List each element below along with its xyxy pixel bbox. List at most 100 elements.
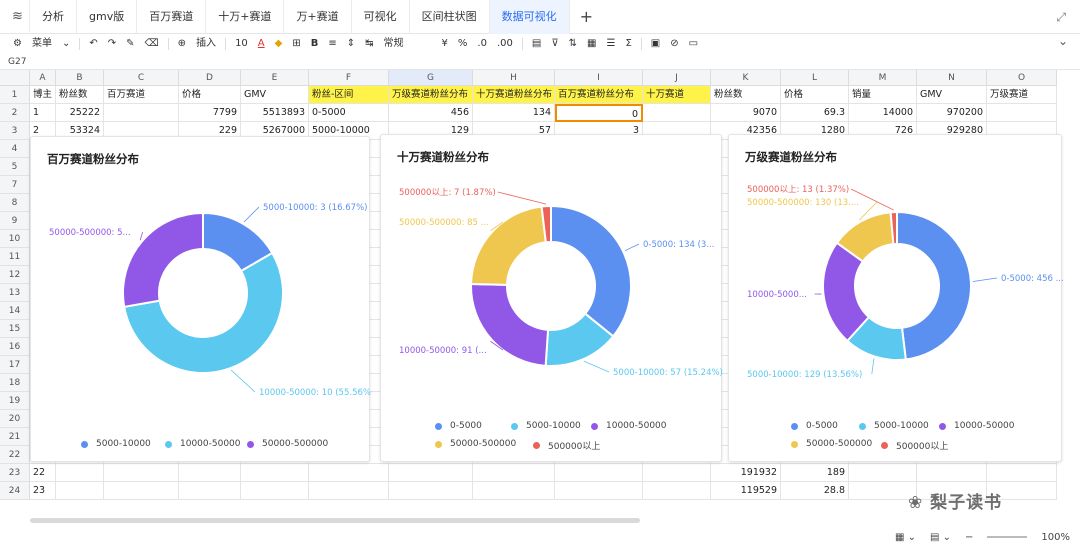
column-header[interactable]: N bbox=[917, 70, 987, 86]
row-header[interactable]: 19 bbox=[0, 392, 30, 410]
table-cell[interactable]: 7799 bbox=[179, 104, 241, 122]
column-header[interactable]: F bbox=[309, 70, 389, 86]
tab-5[interactable]: 可视化 bbox=[352, 0, 410, 34]
column-header[interactable]: E bbox=[241, 70, 309, 86]
legend-item[interactable]: 5000-10000 bbox=[81, 439, 151, 449]
table-cell[interactable] bbox=[643, 104, 711, 122]
pie-slice[interactable] bbox=[550, 204, 632, 338]
table-cell[interactable]: 119529 bbox=[711, 482, 781, 500]
select-all-corner[interactable] bbox=[0, 70, 30, 86]
table-cell[interactable] bbox=[104, 464, 179, 482]
row-header[interactable]: 21 bbox=[0, 428, 30, 446]
table-cell[interactable] bbox=[643, 464, 711, 482]
table-cell[interactable]: 百万赛道粉丝分布 bbox=[555, 86, 643, 104]
tab-2[interactable]: 百万赛道 bbox=[137, 0, 207, 34]
table-cell[interactable]: 25222 bbox=[56, 104, 104, 122]
chart-icon[interactable]: ▣ bbox=[646, 34, 665, 54]
tab-1[interactable]: gmv版 bbox=[77, 0, 138, 34]
row-header[interactable]: 2 bbox=[0, 104, 30, 122]
column-header[interactable]: I bbox=[555, 70, 643, 86]
wrap-icon[interactable]: ↹ bbox=[360, 34, 378, 54]
table-cell[interactable]: 博主 bbox=[30, 86, 56, 104]
legend-item[interactable]: 50000-500000 bbox=[791, 439, 872, 449]
horizontal-scrollbar[interactable] bbox=[30, 518, 640, 523]
row-header[interactable]: 10 bbox=[0, 230, 30, 248]
row-header[interactable]: 17 bbox=[0, 356, 30, 374]
table-cell[interactable]: 5513893 bbox=[241, 104, 309, 122]
table-cell[interactable] bbox=[643, 482, 711, 500]
percent-icon[interactable]: % bbox=[453, 34, 473, 54]
expand-icon[interactable]: ⤢ bbox=[1056, 10, 1066, 25]
insert-icon[interactable]: ⊕ bbox=[173, 34, 191, 54]
row-header[interactable]: 1 bbox=[0, 86, 30, 104]
table-cell[interactable] bbox=[179, 482, 241, 500]
sum-icon[interactable]: Σ bbox=[620, 34, 636, 54]
row-header[interactable]: 23 bbox=[0, 464, 30, 482]
zoom-out-icon[interactable]: − bbox=[965, 532, 973, 543]
table-cell[interactable] bbox=[104, 104, 179, 122]
collapse-toolbar-icon[interactable]: ⌄ bbox=[1058, 34, 1068, 48]
table-cell[interactable]: 价格 bbox=[781, 86, 849, 104]
table-cell[interactable] bbox=[389, 464, 473, 482]
table-cell[interactable]: 189 bbox=[781, 464, 849, 482]
table-cell[interactable]: 970200 bbox=[917, 104, 987, 122]
table-cell[interactable]: 69.3 bbox=[781, 104, 849, 122]
row-header[interactable]: 12 bbox=[0, 266, 30, 284]
table-cell[interactable] bbox=[917, 464, 987, 482]
row-header[interactable]: 8 bbox=[0, 194, 30, 212]
layers-icon[interactable]: ≋ bbox=[0, 0, 30, 34]
chart-card[interactable]: 十万赛道粉丝分布 0-5000: 134 (3... 5000-10000: 57… bbox=[380, 134, 723, 462]
table-cell[interactable]: 9070 bbox=[711, 104, 781, 122]
table-cell[interactable]: GMV bbox=[241, 86, 309, 104]
row-header[interactable]: 24 bbox=[0, 482, 30, 500]
view-layout-icon[interactable]: ▤ ⌄ bbox=[930, 532, 951, 543]
table-cell[interactable] bbox=[849, 464, 917, 482]
row-header[interactable]: 5 bbox=[0, 158, 30, 176]
table-icon[interactable]: ▦ bbox=[582, 34, 601, 54]
table-cell[interactable] bbox=[849, 482, 917, 500]
table-cell[interactable] bbox=[241, 464, 309, 482]
table-cell[interactable]: 191932 bbox=[711, 464, 781, 482]
table-cell[interactable]: 28.8 bbox=[781, 482, 849, 500]
column-header[interactable]: L bbox=[781, 70, 849, 86]
legend-item[interactable]: 50000-500000 bbox=[435, 439, 516, 449]
table-cell[interactable] bbox=[555, 482, 643, 500]
column-header[interactable]: J bbox=[643, 70, 711, 86]
tab-7[interactable]: 数据可视化 bbox=[489, 0, 570, 34]
table-cell[interactable] bbox=[987, 464, 1057, 482]
table-cell[interactable] bbox=[56, 482, 104, 500]
chart-card[interactable]: 万级赛道粉丝分布 0-5000: 456 ... 5000-10000: 129 … bbox=[728, 134, 1063, 462]
column-header[interactable]: M bbox=[849, 70, 917, 86]
fill-color-icon[interactable]: ◆ bbox=[270, 34, 288, 54]
column-header[interactable]: K bbox=[711, 70, 781, 86]
pie-slice[interactable] bbox=[122, 211, 204, 309]
column-header[interactable]: H bbox=[473, 70, 555, 86]
legend-item[interactable]: 50000-500000 bbox=[247, 439, 328, 449]
chart-card[interactable]: 百万赛道粉丝分布 5000-10000: 3 (16.67%) 10000-500… bbox=[30, 136, 371, 462]
row-header[interactable]: 9 bbox=[0, 212, 30, 230]
row-header[interactable]: 13 bbox=[0, 284, 30, 302]
legend-item[interactable]: 5000-10000 bbox=[859, 421, 929, 431]
pie-slice[interactable] bbox=[896, 210, 972, 361]
table-cell[interactable] bbox=[473, 464, 555, 482]
table-cell[interactable]: 销量 bbox=[849, 86, 917, 104]
legend-item[interactable]: 10000-50000 bbox=[165, 439, 241, 449]
table-cell[interactable] bbox=[179, 464, 241, 482]
valign-icon[interactable]: ⇕ bbox=[342, 34, 360, 54]
format-painter-icon[interactable]: ✎ bbox=[121, 34, 139, 54]
column-header[interactable]: O bbox=[987, 70, 1057, 86]
chevron-down-icon[interactable]: ⌄ bbox=[57, 34, 75, 54]
table-cell[interactable] bbox=[473, 482, 555, 500]
bold-icon[interactable]: B bbox=[306, 34, 324, 54]
column-header[interactable]: D bbox=[179, 70, 241, 86]
decimal-decrease-icon[interactable]: .00 bbox=[492, 34, 518, 54]
row-header[interactable]: 18 bbox=[0, 374, 30, 392]
table-cell[interactable] bbox=[389, 482, 473, 500]
legend-item[interactable]: 0-5000 bbox=[435, 421, 482, 431]
name-box[interactable]: G27 bbox=[0, 56, 1080, 70]
tab-4[interactable]: 万+赛道 bbox=[284, 0, 352, 34]
table-cell[interactable] bbox=[555, 464, 643, 482]
table-cell[interactable]: 粉丝数 bbox=[56, 86, 104, 104]
table-cell[interactable]: 23 bbox=[30, 482, 56, 500]
number-format-select[interactable]: 常规 bbox=[379, 34, 437, 54]
